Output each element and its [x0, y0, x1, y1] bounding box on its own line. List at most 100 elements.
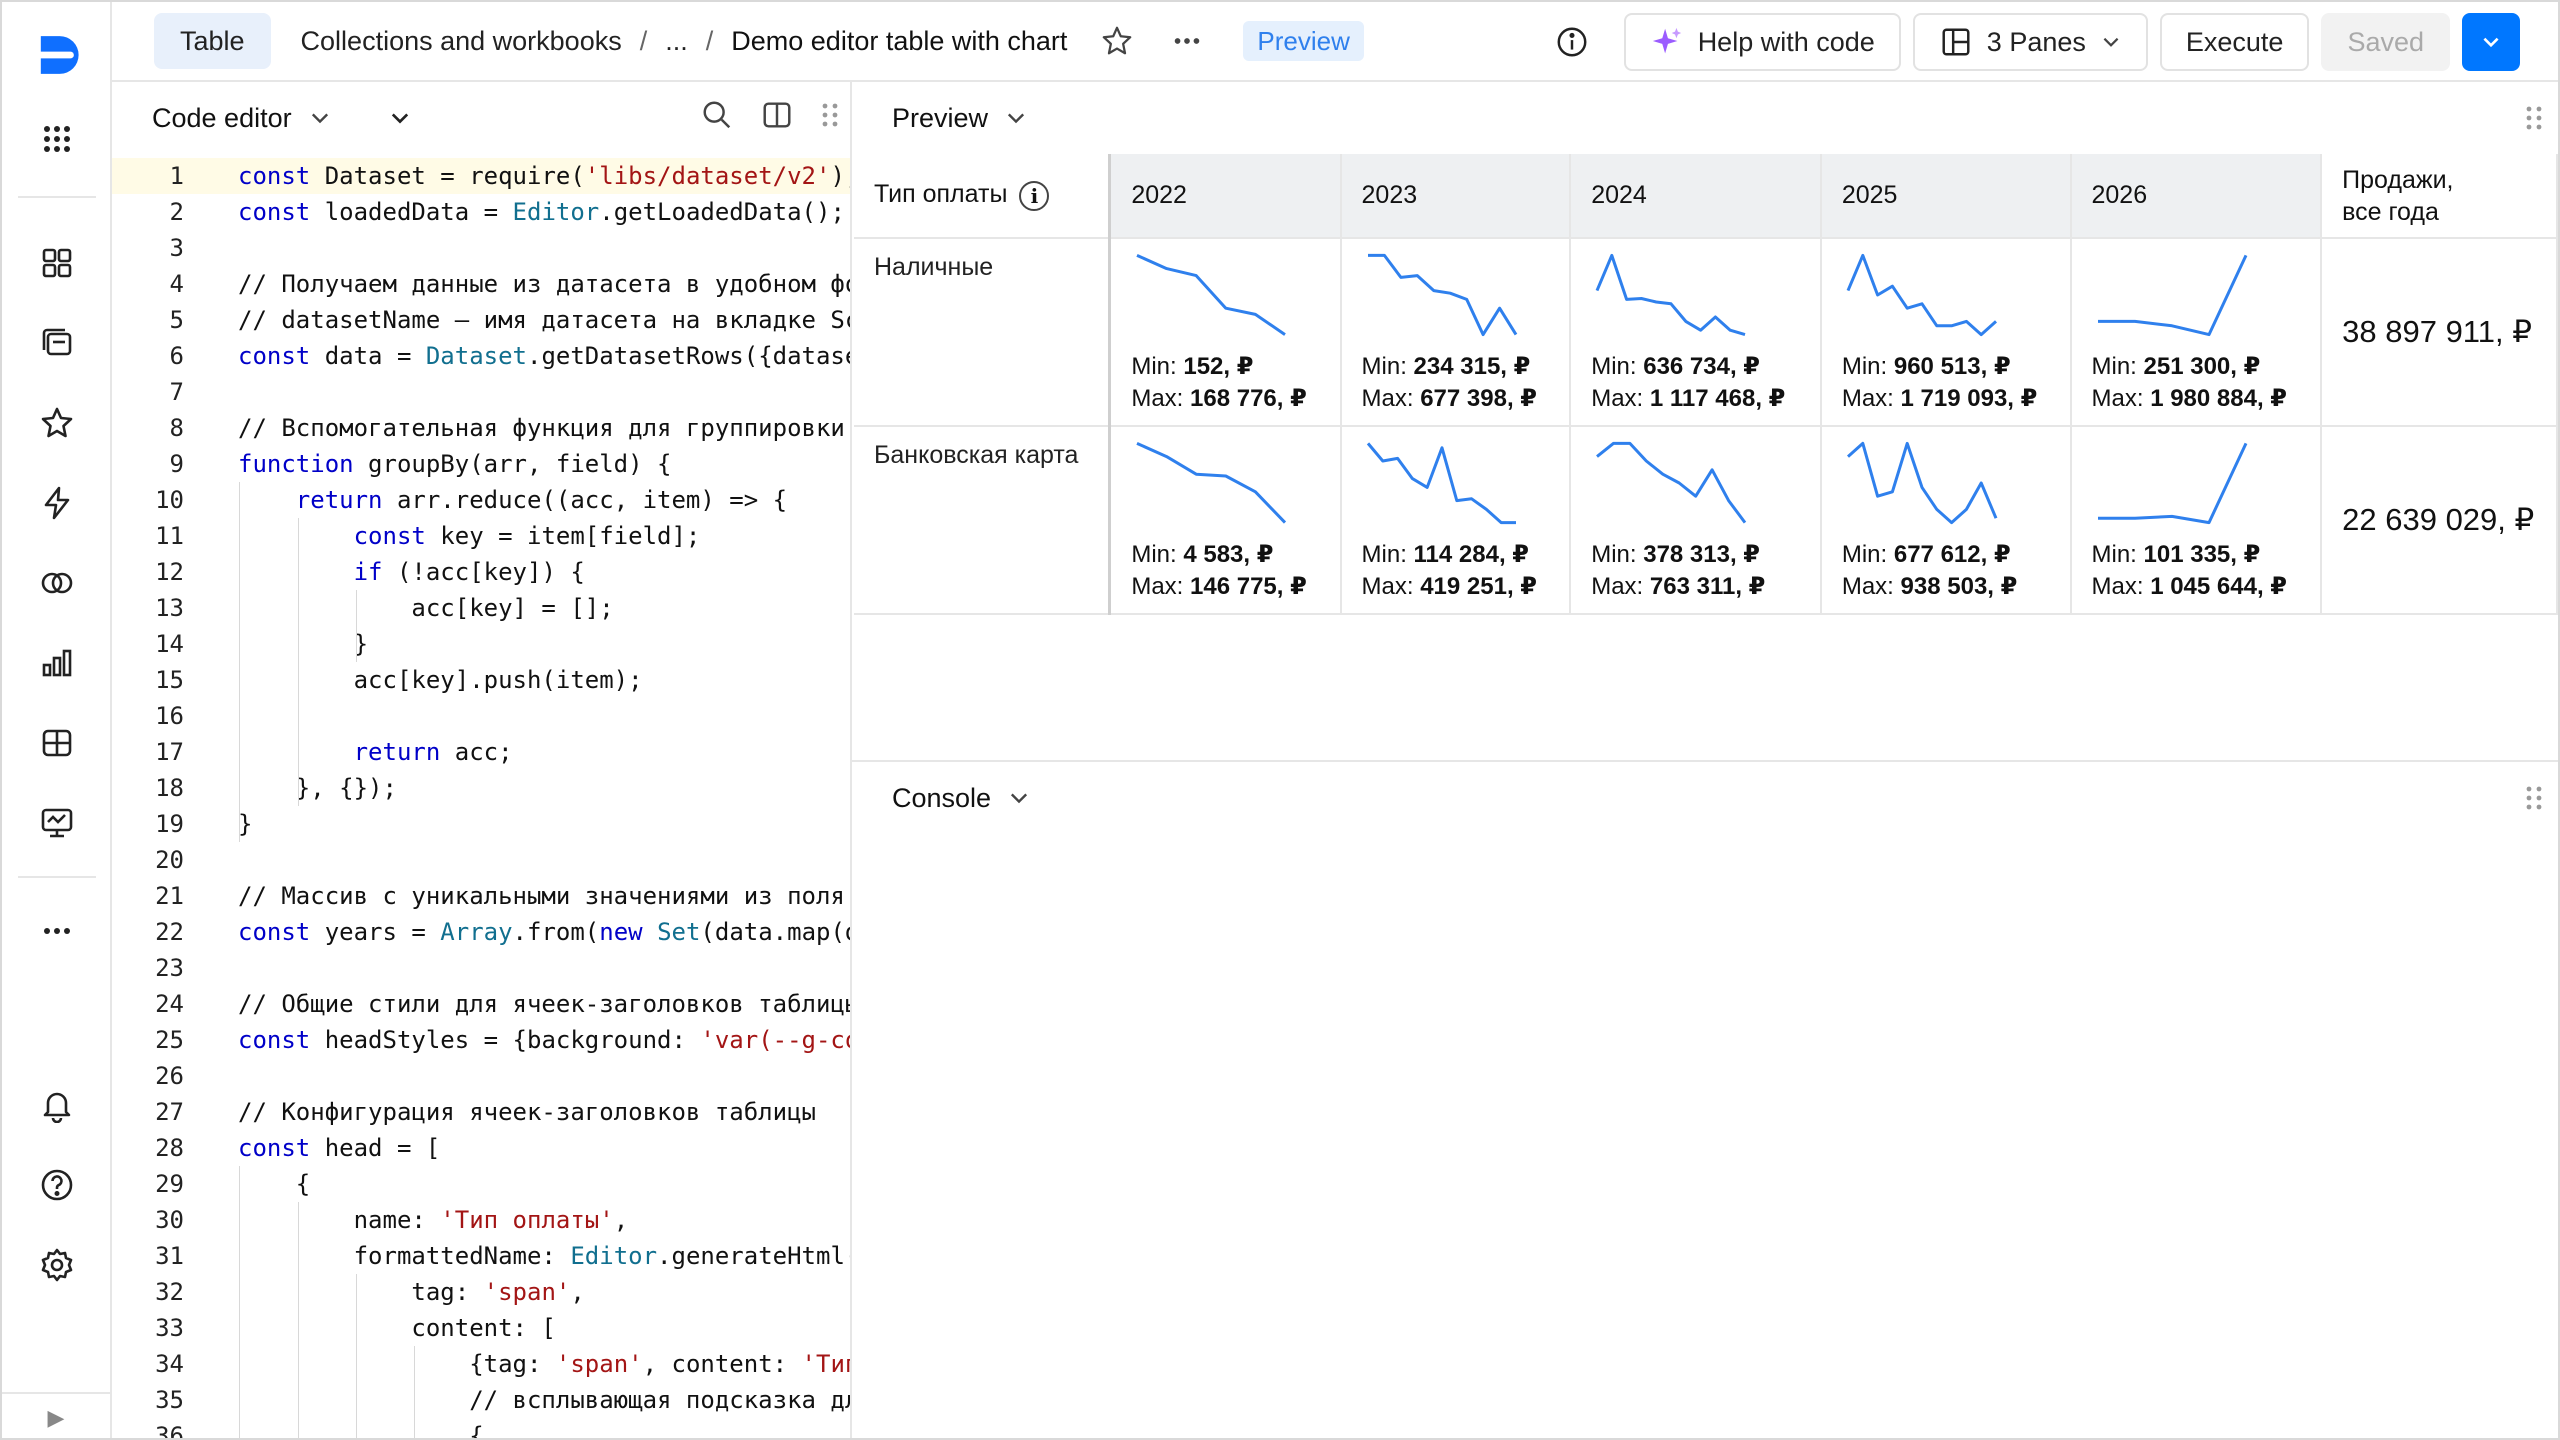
chevron-down-icon[interactable] [1007, 786, 1031, 810]
favorites-star-icon[interactable] [30, 396, 84, 450]
line-number: 31 [155, 1242, 184, 1270]
code-line[interactable]: 3 [112, 230, 850, 266]
column-header-year[interactable]: 2025 [1820, 154, 2072, 239]
code-line[interactable]: 30 name: 'Тип оплаты', [112, 1202, 850, 1238]
code-line[interactable]: 34 {tag: 'span', content: 'Тип [112, 1346, 850, 1382]
split-view-icon[interactable] [760, 98, 794, 132]
chevron-down-icon[interactable] [1004, 106, 1028, 130]
monitor-icon[interactable] [30, 796, 84, 850]
code-line[interactable]: 11 const key = item[field]; [112, 518, 850, 554]
breadcrumb-ellipsis[interactable]: ... [665, 26, 688, 57]
search-icon[interactable] [700, 98, 734, 132]
notifications-bell-icon[interactable] [30, 1078, 84, 1132]
code-line[interactable]: 24 // Общие стили для ячеек-заголовков та… [112, 986, 850, 1022]
code-line[interactable]: 33 content: [ [112, 1310, 850, 1346]
console-title[interactable]: Console [892, 783, 991, 814]
save-options-button[interactable] [2462, 13, 2520, 71]
code-line[interactable]: 7 [112, 374, 850, 410]
code-line[interactable]: 2 const loadedData = Editor.getLoadedData… [112, 194, 850, 230]
collapse-nav-button[interactable]: ▶ [2, 1392, 110, 1438]
column-header-total[interactable]: Продажи, все года [2321, 154, 2558, 239]
max-label: Max: [1841, 573, 1901, 600]
code-line[interactable]: 12 if (!acc[key]) { [112, 554, 850, 590]
charts-bar-icon[interactable] [30, 636, 84, 690]
chevron-down-icon[interactable] [308, 106, 332, 130]
min-label: Min: [1841, 541, 1894, 568]
min-value: 234 315, ₽ [1413, 353, 1531, 380]
code-line[interactable]: 10 return arr.reduce((acc, item) => { [112, 482, 850, 518]
drag-handle-icon[interactable] [2524, 104, 2544, 132]
tab-select-chevron-icon[interactable] [388, 106, 412, 130]
more-horizontal-icon[interactable] [30, 904, 84, 958]
code-line[interactable]: 13 acc[key] = []; [112, 590, 850, 626]
code-line[interactable]: 36 { [112, 1418, 850, 1438]
dashboard-grid-icon[interactable] [30, 236, 84, 290]
sparkline-chart[interactable] [1842, 245, 2002, 345]
collections-icon[interactable] [30, 316, 84, 370]
code-line[interactable]: 1 const Dataset = require('libs/dataset/v… [112, 158, 850, 194]
settings-gear-icon[interactable] [30, 1238, 84, 1292]
column-header-year[interactable]: 2026 [2070, 154, 2323, 239]
sparkline-chart[interactable] [1591, 245, 1751, 345]
drag-handle-icon[interactable] [2524, 784, 2544, 812]
sparkline-chart[interactable] [1362, 245, 1522, 345]
info-circle-icon[interactable] [1550, 20, 1594, 64]
favorite-star-icon[interactable] [1097, 21, 1137, 61]
code-line[interactable]: 8 // Вспомогательная функция для группиро… [112, 410, 850, 446]
panes-layout-button[interactable]: 3 Panes [1912, 13, 2148, 71]
code-area[interactable]: 1 const Dataset = require('libs/dataset/v… [112, 154, 850, 1438]
column-header-year[interactable]: 2024 [1570, 154, 1822, 239]
code-line[interactable]: 32 tag: 'span', [112, 1274, 850, 1310]
code-editor-title[interactable]: Code editor [152, 103, 292, 134]
sparkline-chart[interactable] [1131, 245, 1291, 345]
code-line[interactable]: 26 [112, 1058, 850, 1094]
code-line[interactable]: 20 [112, 842, 850, 878]
preview-badge[interactable]: Preview [1243, 21, 1364, 61]
object-type-button[interactable]: Table [154, 13, 271, 69]
code-line[interactable]: 22 const years = Array.from(new Set(data.… [112, 914, 850, 950]
lightning-icon[interactable] [30, 476, 84, 530]
help-with-code-button[interactable]: Help with code [1623, 13, 1901, 71]
execute-button[interactable]: Execute [2159, 13, 2310, 71]
code-line[interactable]: 27 // Конфигурация ячеек-заголовков табли… [112, 1094, 850, 1130]
code-line[interactable]: 31 formattedName: Editor.generateHtml( [112, 1238, 850, 1274]
drag-handle-icon[interactable] [820, 101, 840, 129]
code-line[interactable]: 4 // Получаем данные из датасета в удобно… [112, 266, 850, 302]
sparkline-chart[interactable] [2092, 433, 2252, 533]
code-line[interactable]: 15 acc[key].push(item); [112, 662, 850, 698]
sparkline-chart[interactable] [1842, 433, 2002, 533]
saved-button[interactable]: Saved [2321, 13, 2450, 71]
breadcrumb-collections[interactable]: Collections and workbooks [301, 26, 622, 57]
code-line[interactable]: 18 }, {}); [112, 770, 850, 806]
code-line[interactable]: 25 const headStyles = {background: 'var(-… [112, 1022, 850, 1058]
help-question-icon[interactable] [30, 1158, 84, 1212]
code-text: tag: 'span', [238, 1278, 585, 1306]
code-line[interactable]: 9 function groupBy(arr, field) { [112, 446, 850, 482]
sparkline-chart[interactable] [1591, 433, 1751, 533]
datalens-logo-icon[interactable] [30, 28, 84, 82]
apps-grid-icon[interactable] [30, 112, 84, 166]
preview-title[interactable]: Preview [892, 103, 988, 134]
code-line[interactable]: 14 } [112, 626, 850, 662]
sparkline-chart[interactable] [1131, 433, 1291, 533]
sparkline-chart[interactable] [2092, 245, 2252, 345]
table-grid-icon[interactable] [30, 716, 84, 770]
code-line[interactable]: 35 // всплывающая подсказка дл [112, 1382, 850, 1418]
column-header-year[interactable]: 2023 [1340, 154, 1572, 239]
code-line[interactable]: 29 { [112, 1166, 850, 1202]
code-line[interactable]: 21 // Массив с уникальными значениями из … [112, 878, 850, 914]
connections-rings-icon[interactable] [30, 556, 84, 610]
code-line[interactable]: 6 const data = Dataset.getDatasetRows({da… [112, 338, 850, 374]
info-tooltip-icon[interactable]: i [1019, 180, 1050, 211]
sparkline-chart[interactable] [1362, 433, 1522, 533]
column-header-payment-type[interactable]: Тип оплаты i [854, 154, 1112, 239]
more-actions-icon[interactable] [1167, 21, 1207, 61]
code-line[interactable]: 28 const head = [ [112, 1130, 850, 1166]
code-text: name: 'Тип оплаты', [238, 1206, 629, 1234]
code-line[interactable]: 16 [112, 698, 850, 734]
code-line[interactable]: 19} [112, 806, 850, 842]
column-header-year[interactable]: 2022 [1109, 154, 1342, 239]
code-line[interactable]: 5 // datasetName — имя датасета на вкладк… [112, 302, 850, 338]
code-line[interactable]: 17 return acc; [112, 734, 850, 770]
code-line[interactable]: 23 [112, 950, 850, 986]
